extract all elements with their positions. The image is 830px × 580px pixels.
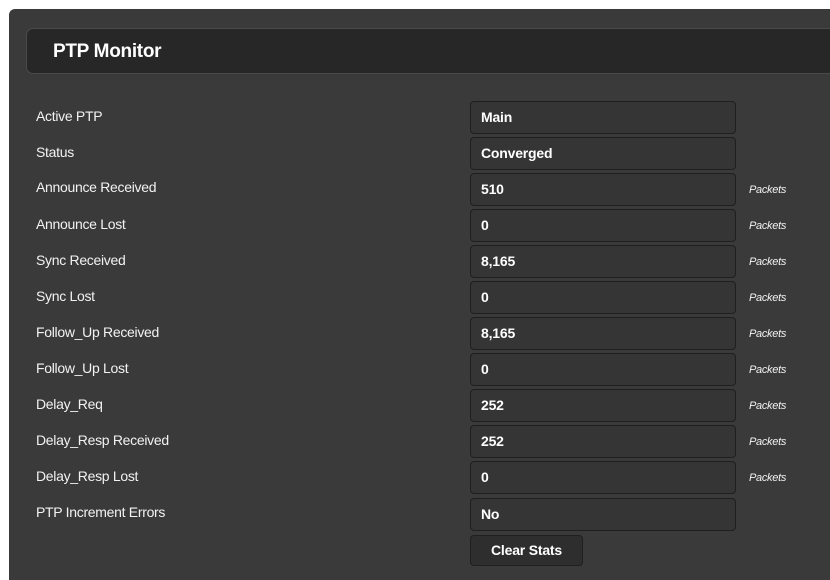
ptp-increment-errors-label: PTP Increment Errors: [36, 504, 166, 520]
active-ptp-value: Main: [470, 101, 736, 134]
delay-resp-received-unit: Packets: [749, 436, 787, 448]
announce-received-label: Announce Received: [36, 179, 157, 195]
delay-resp-lost-label: Delay_Resp Lost: [36, 468, 139, 484]
announce-received-unit: Packets: [749, 184, 787, 196]
follow-up-received-label: Follow_Up Received: [36, 324, 159, 340]
follow-up-lost-unit: Packets: [749, 364, 787, 376]
row-delay-resp-lost: Delay_Resp Lost 0 Packets: [0, 461, 830, 497]
row-delay-resp-received: Delay_Resp Received 252 Packets: [0, 425, 830, 461]
page-title: PTP Monitor: [53, 41, 162, 62]
delay-resp-received-value: 252: [470, 425, 736, 458]
row-delay-req: Delay_Req 252 Packets: [0, 389, 830, 425]
clear-stats-button[interactable]: Clear Stats: [470, 535, 583, 566]
row-status: Status Converged: [0, 137, 830, 173]
delay-req-value: 252: [470, 389, 736, 422]
panel-header: PTP Monitor: [26, 28, 830, 74]
sync-received-label: Sync Received: [36, 252, 126, 268]
row-active-ptp: Active PTP Main: [0, 101, 830, 137]
row-sync-lost: Sync Lost 0 Packets: [0, 281, 830, 317]
row-follow-up-received: Follow_Up Received 8,165 Packets: [0, 317, 830, 353]
follow-up-received-value: 8,165: [470, 317, 736, 350]
delay-resp-lost-unit: Packets: [749, 472, 787, 484]
announce-lost-label: Announce Lost: [36, 216, 126, 232]
row-announce-lost: Announce Lost 0 Packets: [0, 209, 830, 245]
row-announce-received: Announce Received 510 Packets: [0, 173, 830, 209]
follow-up-lost-label: Follow_Up Lost: [36, 360, 129, 376]
follow-up-received-unit: Packets: [749, 328, 787, 340]
sync-lost-label: Sync Lost: [36, 288, 95, 304]
sync-lost-unit: Packets: [749, 292, 787, 304]
announce-lost-value: 0: [470, 209, 736, 242]
ptp-increment-errors-value: No: [470, 498, 736, 531]
delay-req-label: Delay_Req: [36, 396, 103, 412]
row-sync-received: Sync Received 8,165 Packets: [0, 245, 830, 281]
status-label: Status: [36, 144, 74, 160]
delay-req-unit: Packets: [749, 400, 787, 412]
active-ptp-label: Active PTP: [36, 108, 103, 124]
sync-received-value: 8,165: [470, 245, 736, 278]
sync-lost-value: 0: [470, 281, 736, 314]
row-ptp-increment-errors: PTP Increment Errors No: [0, 498, 830, 534]
announce-received-value: 510: [470, 173, 736, 206]
sync-received-unit: Packets: [749, 256, 787, 268]
status-value: Converged: [470, 137, 736, 170]
delay-resp-lost-value: 0: [470, 461, 736, 494]
announce-lost-unit: Packets: [749, 220, 787, 232]
delay-resp-received-label: Delay_Resp Received: [36, 432, 169, 448]
row-follow-up-lost: Follow_Up Lost 0 Packets: [0, 353, 830, 389]
follow-up-lost-value: 0: [470, 353, 736, 386]
